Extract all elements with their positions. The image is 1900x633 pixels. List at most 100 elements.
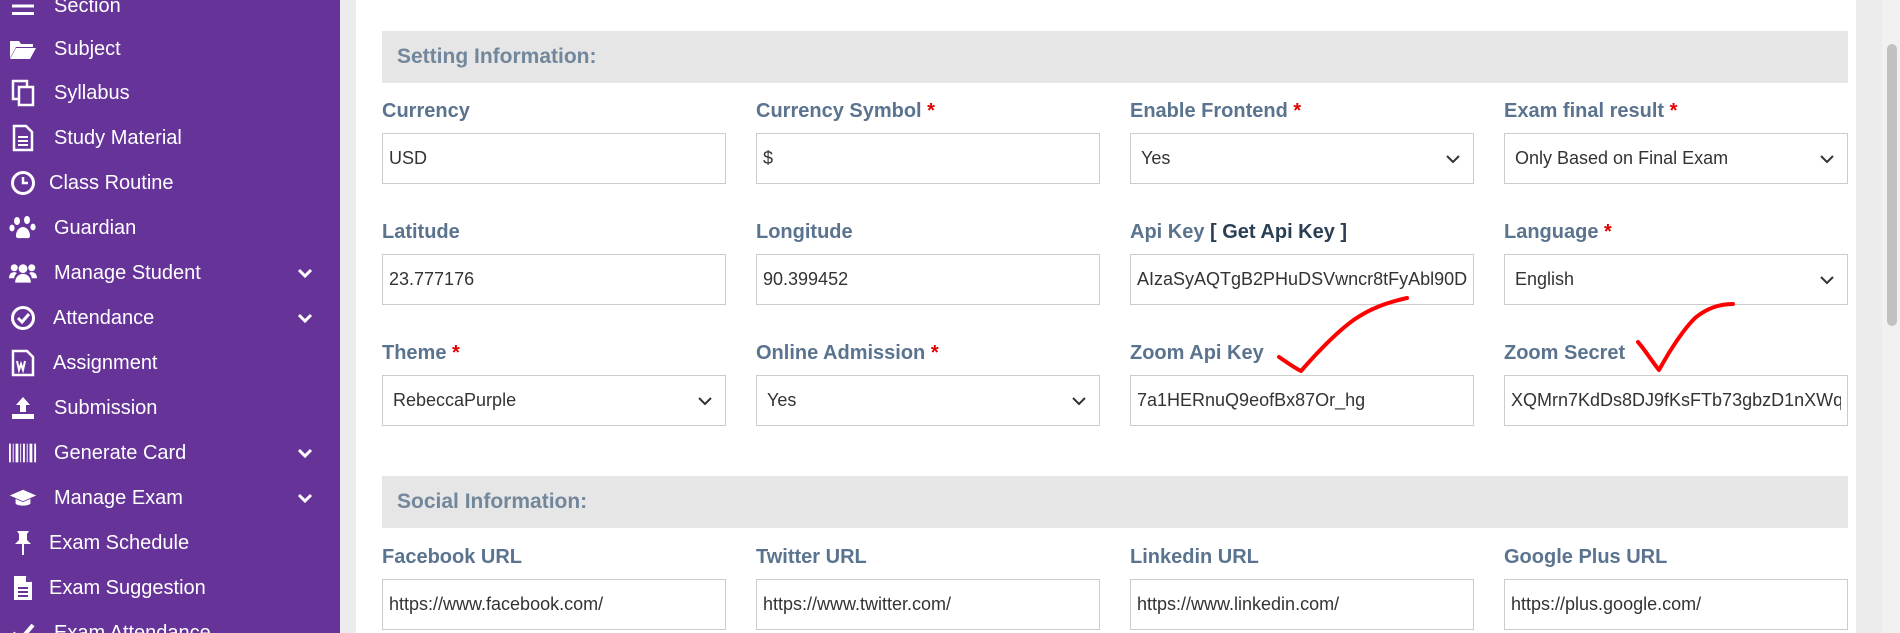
select-value: Only Based on Final Exam	[1515, 148, 1729, 168]
sidebar-item-exam-schedule[interactable]: Exam Schedule	[0, 521, 340, 565]
check-icon	[9, 619, 37, 633]
sidebar-item-syllabus[interactable]: Syllabus	[0, 71, 340, 115]
red-checkmark-annotation	[1636, 302, 1735, 372]
chevron-down-icon	[296, 309, 314, 327]
sidebar-item-label: Submission	[54, 396, 158, 419]
select-value: RebeccaPurple	[393, 390, 517, 410]
sidebar-item-label: Section	[54, 0, 121, 17]
sidebar-item-label: Attendance	[53, 306, 155, 329]
graduation-cap-icon	[9, 484, 37, 512]
sidebar-item-label: Manage Student	[54, 261, 201, 284]
sidebar: Section Subject Syllabus Study Material …	[0, 0, 340, 633]
chevron-down-icon	[1446, 155, 1460, 164]
menu-icon	[9, 0, 37, 20]
sidebar-item-label: Manage Exam	[54, 486, 183, 509]
sidebar-item-manage-student[interactable]: Manage Student	[0, 251, 340, 295]
paw-icon	[9, 214, 37, 242]
red-checkmark-annotation	[1277, 296, 1409, 373]
facebook-url-label: Facebook URL	[382, 546, 523, 568]
word-file-icon	[9, 349, 37, 377]
sidebar-item-guardian[interactable]: Guardian	[0, 206, 340, 250]
zoom-api-key-input[interactable]	[1130, 375, 1474, 426]
sidebar-item-label: Syllabus	[54, 81, 130, 104]
users-icon	[9, 259, 37, 287]
facebook-url-input[interactable]	[382, 579, 726, 630]
required-mark: *	[930, 342, 939, 364]
sidebar-item-label: Exam Schedule	[49, 531, 190, 554]
required-mark: *	[927, 100, 935, 122]
select-value: Yes	[1141, 148, 1171, 168]
sidebar-item-label: Exam Attendance	[54, 621, 211, 633]
currency-input[interactable]	[382, 133, 726, 184]
latitude-input[interactable]	[382, 254, 726, 305]
file-icon	[9, 574, 37, 602]
get-api-key-link[interactable]: [ Get Api Key ]	[1210, 221, 1347, 243]
barcode-icon	[9, 439, 37, 467]
clock-icon	[9, 169, 37, 197]
language-label: Language *	[1504, 221, 1612, 243]
enable-frontend-select[interactable]: Yes	[1130, 133, 1474, 184]
chevron-down-icon	[296, 489, 314, 507]
theme-label: Theme *	[382, 342, 460, 364]
settings-panel	[356, 0, 1856, 633]
chevron-down-icon	[1820, 276, 1834, 285]
exam-final-result-label: Exam final result *	[1504, 100, 1678, 122]
twitter-url-label: Twitter URL	[756, 546, 867, 568]
theme-select[interactable]: RebeccaPurple	[382, 375, 726, 426]
exam-final-result-select[interactable]: Only Based on Final Exam	[1504, 133, 1848, 184]
select-value: English	[1515, 269, 1575, 289]
chevron-down-icon	[698, 397, 712, 406]
upload-icon	[9, 394, 37, 422]
linkedin-url-label: Linkedin URL	[1130, 546, 1259, 568]
online-admission-label: Online Admission *	[756, 342, 939, 364]
twitter-url-input[interactable]	[756, 579, 1100, 630]
chevron-down-icon	[296, 444, 314, 462]
api-key-label: Api Key [ Get Api Key ]	[1130, 221, 1348, 243]
zoom-secret-label: Zoom Secret	[1504, 342, 1626, 364]
required-mark: *	[1293, 100, 1302, 122]
sidebar-item-exam-suggestion[interactable]: Exam Suggestion	[0, 566, 340, 610]
google-plus-url-label: Google Plus URL	[1504, 546, 1668, 568]
zoom-api-key-label: Zoom Api Key	[1130, 342, 1264, 364]
sidebar-item-generate-card[interactable]: Generate Card	[0, 431, 340, 475]
longitude-label: Longitude	[756, 221, 853, 243]
google-plus-url-input[interactable]	[1504, 579, 1848, 630]
chevron-down-icon	[1820, 155, 1834, 164]
required-mark: *	[452, 342, 460, 364]
required-mark: *	[1669, 100, 1678, 122]
required-mark: *	[1604, 221, 1612, 243]
file-text-icon	[9, 124, 37, 152]
social-section-header: Social Information:	[382, 476, 1848, 528]
vertical-scrollbar-thumb[interactable]	[1887, 44, 1897, 326]
folder-open-icon	[9, 35, 37, 63]
sidebar-item-section[interactable]: Section	[0, 0, 340, 28]
check-circle-icon	[9, 304, 37, 332]
currency-symbol-label: Currency Symbol *	[756, 100, 935, 122]
sidebar-item-label: Exam Suggestion	[49, 576, 206, 599]
sidebar-item-label: Assignment	[53, 351, 158, 374]
sidebar-item-study-material[interactable]: Study Material	[0, 116, 340, 160]
sidebar-item-assignment[interactable]: Assignment	[0, 341, 340, 385]
online-admission-select[interactable]: Yes	[756, 375, 1100, 426]
sidebar-item-label: Subject	[54, 37, 121, 60]
linkedin-url-input[interactable]	[1130, 579, 1474, 630]
setting-section-header: Setting Information:	[382, 31, 1848, 83]
currency-label: Currency	[382, 100, 470, 122]
sidebar-item-submission[interactable]: Submission	[0, 386, 340, 430]
sidebar-item-manage-exam[interactable]: Manage Exam	[0, 476, 340, 520]
chevron-down-icon	[296, 264, 314, 282]
language-select[interactable]: English	[1504, 254, 1848, 305]
sidebar-item-exam-attendance[interactable]: Exam Attendance	[0, 611, 340, 633]
chevron-down-icon	[1072, 397, 1086, 406]
sidebar-item-class-routine[interactable]: Class Routine	[0, 161, 340, 205]
copy-icon	[9, 79, 37, 107]
currency-symbol-input[interactable]	[756, 133, 1100, 184]
longitude-input[interactable]	[756, 254, 1100, 305]
sidebar-item-attendance[interactable]: Attendance	[0, 296, 340, 340]
select-value: Yes	[767, 390, 797, 410]
sidebar-item-label: Generate Card	[54, 441, 187, 464]
thumbtack-icon	[9, 529, 37, 557]
zoom-secret-input[interactable]	[1504, 375, 1848, 426]
sidebar-item-label: Study Material	[54, 126, 182, 149]
sidebar-item-subject[interactable]: Subject	[0, 27, 340, 71]
